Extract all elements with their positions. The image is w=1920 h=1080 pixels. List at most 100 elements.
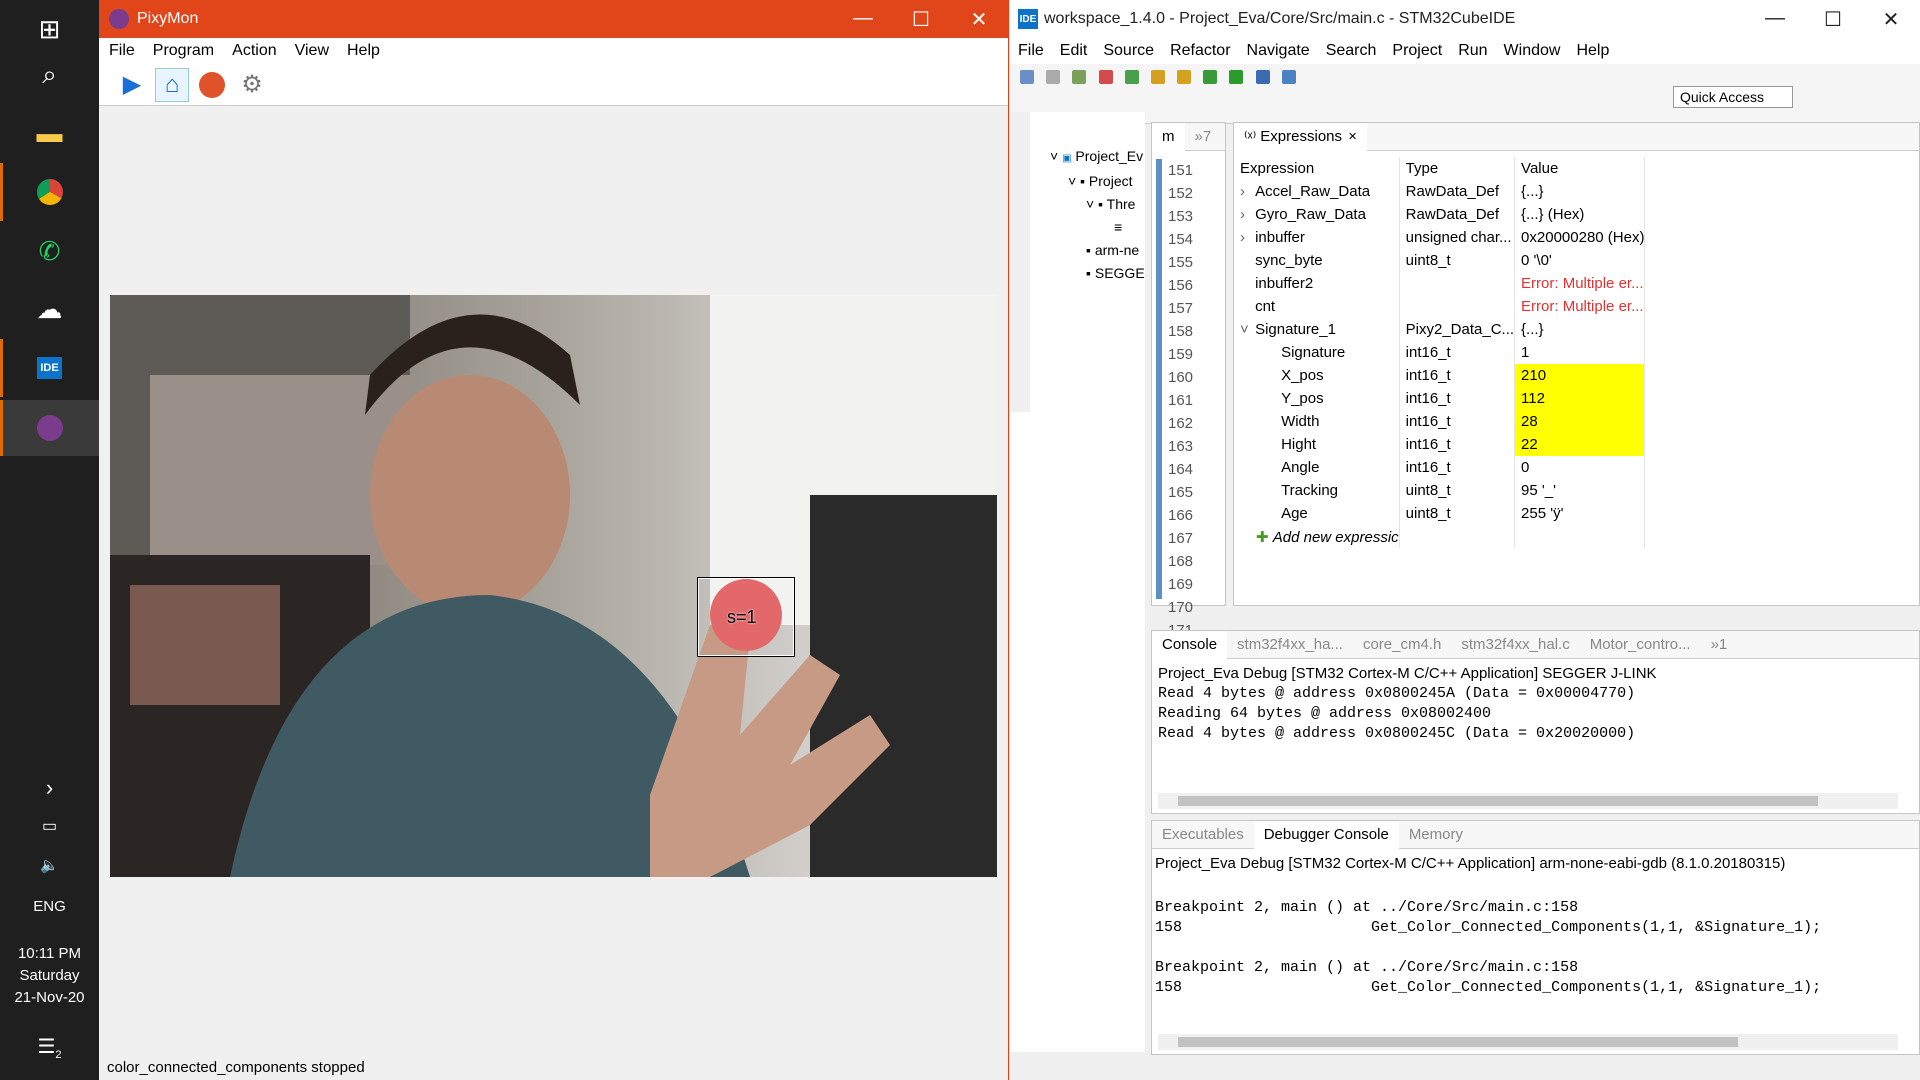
build-icon[interactable] bbox=[1072, 70, 1087, 84]
expression-value[interactable]: 95 '_' bbox=[1514, 479, 1646, 502]
expression-row[interactable]: inbuffer2 Error: Multiple er... bbox=[1234, 272, 1646, 295]
clock-day[interactable]: Saturday bbox=[0, 967, 99, 984]
expand-toggle-icon[interactable]: ˅ bbox=[1240, 321, 1252, 338]
tab-console-3[interactable]: stm32f4xx_hal.c bbox=[1451, 631, 1579, 659]
expression-name-cell[interactable]: › Accel_Raw_Data bbox=[1234, 180, 1400, 203]
close-button[interactable]: ✕ bbox=[950, 7, 1008, 32]
expression-value[interactable]: 210 bbox=[1514, 364, 1646, 387]
clock-date[interactable]: 21-Nov-20 bbox=[0, 989, 99, 1006]
header-value[interactable]: Value bbox=[1514, 157, 1646, 180]
expression-name-cell[interactable]: Angle bbox=[1234, 456, 1400, 479]
expand-tray-icon[interactable]: › bbox=[0, 775, 99, 801]
expression-name-cell[interactable]: cnt bbox=[1234, 295, 1400, 318]
terminate-icon[interactable] bbox=[1098, 70, 1113, 84]
expression-row[interactable]: Width int16_t 28 bbox=[1234, 410, 1646, 433]
expression-value[interactable]: 0 '\0' bbox=[1514, 249, 1646, 272]
ide-menu-navigate[interactable]: Navigate bbox=[1239, 42, 1318, 60]
tab-debugger-0[interactable]: Executables bbox=[1152, 821, 1254, 849]
expression-row[interactable]: Y_pos int16_t 112 bbox=[1234, 387, 1646, 410]
ide-minimize-button[interactable]: — bbox=[1746, 7, 1804, 32]
header-expression[interactable]: Expression bbox=[1234, 157, 1400, 180]
external-tools-icon[interactable] bbox=[1255, 70, 1270, 84]
expression-row[interactable]: ˅ Signature_1 Pixy2_Data_C... {...} bbox=[1234, 318, 1646, 341]
expand-toggle-icon[interactable]: › bbox=[1240, 229, 1252, 246]
home-icon[interactable]: ⌂ bbox=[155, 67, 189, 102]
tree-node-thread[interactable]: ˅ ▪ Thre bbox=[1050, 193, 1145, 216]
expression-value[interactable]: {...} bbox=[1514, 318, 1646, 341]
expression-value[interactable]: {...} (Hex) bbox=[1514, 203, 1646, 226]
expand-toggle-icon[interactable]: › bbox=[1240, 183, 1252, 200]
raw-video-icon[interactable] bbox=[195, 68, 229, 102]
ide-menu-help[interactable]: Help bbox=[1568, 42, 1617, 60]
save-icon[interactable] bbox=[1046, 70, 1061, 84]
run-icon[interactable] bbox=[1229, 70, 1244, 84]
tab-console-1[interactable]: stm32f4xx_ha... bbox=[1227, 631, 1353, 659]
ide-menu-edit[interactable]: Edit bbox=[1052, 42, 1096, 60]
expression-name-cell[interactable]: Width bbox=[1234, 410, 1400, 433]
expression-row[interactable]: Signature int16_t 1 bbox=[1234, 341, 1646, 364]
expression-row[interactable]: › inbuffer unsigned char... 0x20000280 (He… bbox=[1234, 226, 1646, 249]
new-icon[interactable] bbox=[1020, 70, 1034, 84]
maximize-button[interactable]: ☐ bbox=[892, 7, 950, 32]
pixymon-icon[interactable] bbox=[0, 400, 99, 456]
expression-name-cell[interactable]: ˅ Signature_1 bbox=[1234, 318, 1400, 341]
camera-video-feed[interactable]: s=1 bbox=[110, 295, 997, 877]
menu-help[interactable]: Help bbox=[337, 42, 388, 60]
expression-value[interactable]: 255 'ÿ' bbox=[1514, 502, 1646, 525]
volume-icon[interactable]: 🔈 bbox=[0, 856, 99, 874]
console-h-scrollbar[interactable] bbox=[1158, 793, 1898, 809]
tab-console-5[interactable]: »1 bbox=[1701, 631, 1738, 659]
add-expression-row[interactable]: ✚ Add new expressic bbox=[1234, 525, 1646, 548]
ide-menu-window[interactable]: Window bbox=[1496, 42, 1569, 60]
ide-menu-source[interactable]: Source bbox=[1095, 42, 1162, 60]
tree-node-frame[interactable]: ≡ bbox=[1050, 216, 1145, 239]
debugger-h-scrollbar[interactable] bbox=[1158, 1034, 1898, 1050]
expression-name-cell[interactable]: inbuffer2 bbox=[1234, 272, 1400, 295]
expression-value[interactable]: 0 bbox=[1514, 456, 1646, 479]
add-new-expression[interactable]: ✚ Add new expressic bbox=[1234, 525, 1400, 548]
ide-menu-project[interactable]: Project bbox=[1384, 42, 1450, 60]
expression-name-cell[interactable]: Y_pos bbox=[1234, 387, 1400, 410]
expression-row[interactable]: sync_byte uint8_t 0 '\0' bbox=[1234, 249, 1646, 272]
expand-toggle-icon[interactable]: › bbox=[1240, 206, 1252, 223]
quick-access-input[interactable]: Quick Access bbox=[1673, 86, 1793, 108]
tab-console-4[interactable]: Motor_contro... bbox=[1580, 631, 1701, 659]
resume-icon[interactable] bbox=[1124, 70, 1139, 84]
expression-row[interactable]: Hight int16_t 22 bbox=[1234, 433, 1646, 456]
step-into-icon[interactable] bbox=[1150, 70, 1165, 84]
expression-name-cell[interactable]: › inbuffer bbox=[1234, 226, 1400, 249]
tree-node-project-eva[interactable]: ˅ ▣ Project_Ev bbox=[1050, 145, 1145, 170]
onedrive-icon[interactable]: ☁ bbox=[0, 280, 99, 338]
expression-row[interactable]: Tracking uint8_t 95 '_' bbox=[1234, 479, 1646, 502]
ide-close-button[interactable]: ✕ bbox=[1862, 7, 1920, 32]
battery-icon[interactable]: ▭ bbox=[0, 816, 99, 836]
expression-name-cell[interactable]: X_pos bbox=[1234, 364, 1400, 387]
menu-view[interactable]: View bbox=[285, 42, 337, 60]
info-icon[interactable] bbox=[1281, 70, 1296, 84]
tree-node-arm-gdb[interactable]: ▪ arm-ne bbox=[1050, 239, 1145, 262]
expression-name-cell[interactable]: sync_byte bbox=[1234, 249, 1400, 272]
expression-name-cell[interactable]: Signature bbox=[1234, 341, 1400, 364]
chrome-icon[interactable] bbox=[0, 163, 99, 221]
expression-value[interactable]: 112 bbox=[1514, 387, 1646, 410]
tab-console-2[interactable]: core_cm4.h bbox=[1353, 631, 1451, 659]
search-icon[interactable]: ⌕ bbox=[0, 46, 99, 104]
expression-row[interactable]: Angle int16_t 0 bbox=[1234, 456, 1646, 479]
expression-row[interactable]: › Accel_Raw_Data RawData_Def {...} bbox=[1234, 180, 1646, 203]
ide-menu-file[interactable]: File bbox=[1010, 42, 1052, 60]
expression-value[interactable]: Error: Multiple er... bbox=[1514, 295, 1646, 318]
menu-file[interactable]: File bbox=[99, 42, 143, 60]
menu-action[interactable]: Action bbox=[222, 42, 284, 60]
step-over-icon[interactable] bbox=[1177, 70, 1192, 84]
expression-row[interactable]: X_pos int16_t 210 bbox=[1234, 364, 1646, 387]
expression-row[interactable]: cnt Error: Multiple er... bbox=[1234, 295, 1646, 318]
run-icon[interactable]: ▶ bbox=[115, 68, 149, 102]
ide-menu-search[interactable]: Search bbox=[1318, 42, 1385, 60]
expression-value[interactable]: 1 bbox=[1514, 341, 1646, 364]
stm32cubeide-icon[interactable]: IDE bbox=[0, 339, 99, 397]
notification-icon[interactable]: ☰2 bbox=[0, 1034, 99, 1061]
expression-value[interactable]: 22 bbox=[1514, 433, 1646, 456]
expression-name-cell[interactable]: Age bbox=[1234, 502, 1400, 525]
tab-expressions[interactable]: ⁽ˣ⁾ Expressions ✕ bbox=[1234, 122, 1368, 151]
expression-name-cell[interactable]: › Gyro_Raw_Data bbox=[1234, 203, 1400, 226]
